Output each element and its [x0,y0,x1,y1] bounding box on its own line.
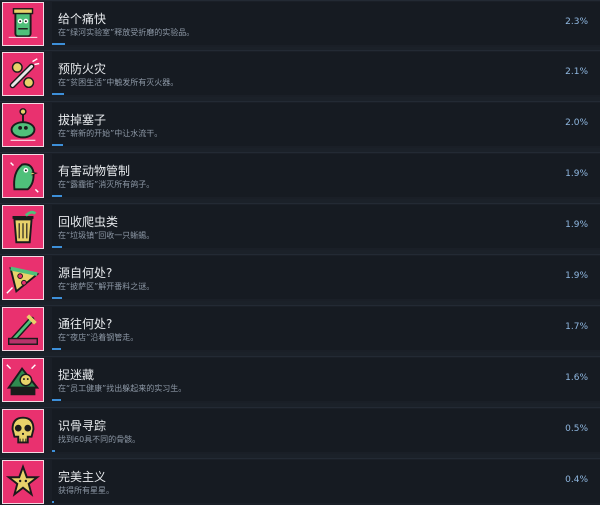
unlock-percent: 1.7% [565,322,588,332]
row-background [52,358,600,401]
achievement-row[interactable]: 完美主义 获得所有星星。 0.4% [0,458,600,505]
achievement-description: 获得所有星星。 [58,486,114,495]
achievement-title: 有害动物管制 [58,164,131,178]
achievement-row[interactable]: 拔掉塞子 在“崭新的开始”中让水流干。 2.0% [0,101,600,148]
progress-bar [52,93,64,95]
monster-jar-icon [2,2,44,46]
achievement-description: 在“夜店”沿着钢管走。 [58,333,139,342]
row-background [52,460,600,503]
skull-icon [2,409,44,453]
achievement-title: 拔掉塞子 [58,113,107,127]
pizza-slice-icon [2,256,44,300]
unlock-percent: 0.5% [565,424,588,434]
progress-bar [52,246,62,248]
achievement-title: 源自何处? [58,266,113,280]
row-background [52,2,600,45]
achievement-title: 给个痛快 [58,12,107,26]
unlock-percent: 1.9% [565,169,588,179]
achievement-description: 在“披萨区”解开番料之谜。 [58,282,155,291]
achievement-description: 在“崭新的开始”中让水流干。 [58,129,163,138]
achievement-description: 在“贫困生活”中触发所有灭火器。 [58,78,179,87]
achievement-title: 通往何处? [58,317,113,331]
row-background [52,409,600,452]
row-background [52,52,600,95]
row-background [52,205,600,248]
achievement-title: 回收爬虫类 [58,215,119,229]
progress-bar [52,450,55,452]
trash-can-lizard-icon [2,205,44,249]
achievement-row[interactable]: 回收爬虫类 在“垃圾镇”回收一只蜥蜴。 1.9% [0,203,600,250]
unlock-percent: 2.1% [565,67,588,77]
unlock-percent: 1.9% [565,220,588,230]
progress-bar [52,195,62,197]
achievement-description: 在“绿河实验室”释放受折磨的实验品。 [58,28,195,37]
achievement-description: 在“露霾街”消灭所有鸽子。 [58,180,155,189]
fire-extinguisher-icon [2,52,44,96]
achievement-description: 在“垃圾镇”回收一只蜥蜴。 [58,231,155,240]
achievement-row[interactable]: 捉迷藏 在“员工健康”找出躲起来的实习生。 1.6% [0,356,600,403]
star-icon [2,460,44,504]
achievement-title: 预防火灾 [58,62,107,76]
achievement-title: 识骨寻踪 [58,419,107,433]
progress-bar [52,297,62,299]
progress-bar [52,399,61,401]
drain-plug-icon [2,103,44,147]
achievement-title: 捉迷藏 [58,368,95,382]
unlock-percent: 1.9% [565,271,588,281]
achievement-description: 在“员工健康”找出躲起来的实习生。 [58,384,187,393]
unlock-percent: 2.0% [565,118,588,128]
achievement-row[interactable]: 通往何处? 在“夜店”沿着钢管走。 1.7% [0,305,600,352]
unlock-percent: 2.3% [565,17,588,27]
progress-bar [52,43,65,45]
hidden-intern-icon [2,358,44,402]
achievement-row[interactable]: 给个痛快 在“绿河实验室”释放受折磨的实验品。 2.3% [0,0,600,47]
achievement-row[interactable]: 有害动物管制 在“露霾街”消灭所有鸽子。 1.9% [0,152,600,199]
achievement-row[interactable]: 识骨寻踪 找到60具不同的骨骸。 0.5% [0,407,600,454]
pipe-icon [2,307,44,351]
progress-bar [52,144,63,146]
achievement-title: 完美主义 [58,470,107,484]
achievement-row[interactable]: 预防火灾 在“贫困生活”中触发所有灭火器。 2.1% [0,50,600,97]
achievement-row[interactable]: 源自何处? 在“披萨区”解开番料之谜。 1.9% [0,254,600,301]
pigeon-icon [2,154,44,198]
row-background [52,103,600,146]
progress-bar [52,348,61,350]
progress-bar [52,501,54,503]
row-background [52,154,600,197]
achievement-description: 找到60具不同的骨骸。 [58,435,141,444]
row-background [52,256,600,299]
unlock-percent: 1.6% [565,373,588,383]
row-background [52,307,600,350]
unlock-percent: 0.4% [565,475,588,485]
